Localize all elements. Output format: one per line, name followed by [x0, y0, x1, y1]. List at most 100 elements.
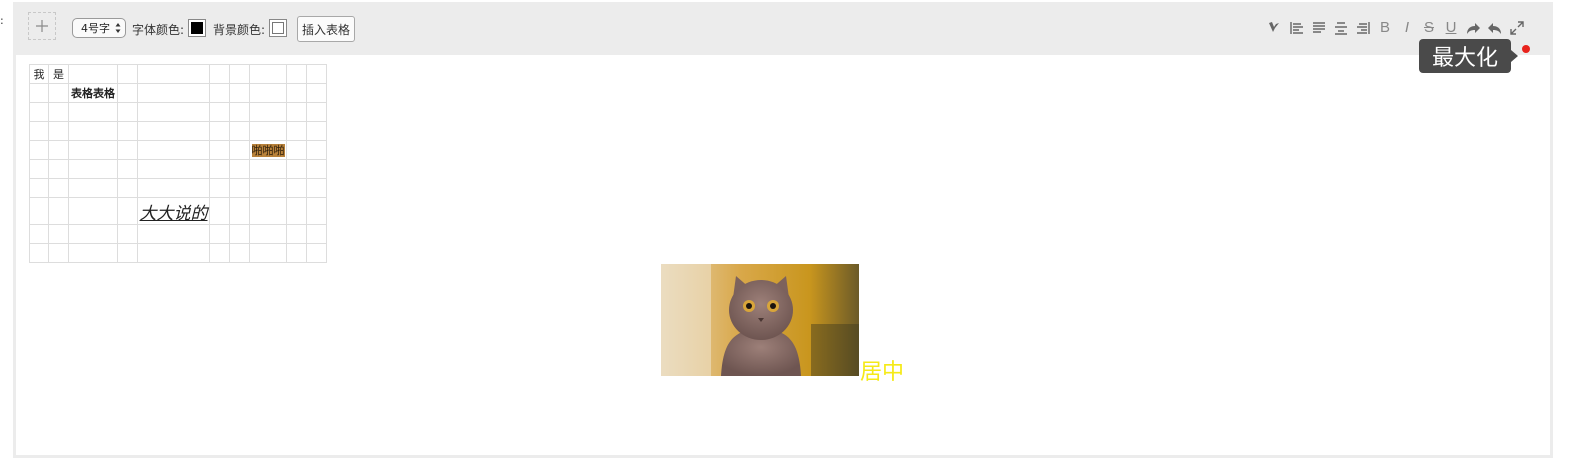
table-cell[interactable]	[117, 102, 138, 122]
table-cell[interactable]	[117, 197, 138, 225]
maximize-button[interactable]	[1508, 19, 1526, 37]
clear-format-button[interactable]	[1266, 19, 1284, 37]
table-cell[interactable]	[117, 121, 138, 141]
table-cell[interactable]: 我	[29, 64, 49, 84]
table-cell[interactable]	[249, 178, 287, 198]
table-cell[interactable]	[137, 83, 210, 103]
table-cell[interactable]	[137, 140, 210, 160]
table-cell[interactable]	[249, 243, 287, 263]
table-cell[interactable]	[229, 102, 250, 122]
table-cell[interactable]	[48, 159, 69, 179]
table-cell[interactable]	[137, 224, 210, 244]
table-cell[interactable]	[29, 197, 49, 225]
table-cell[interactable]	[137, 243, 210, 263]
table-cell[interactable]	[117, 224, 138, 244]
table-cell[interactable]	[117, 140, 138, 160]
table-cell[interactable]	[249, 197, 287, 225]
table-cell[interactable]	[209, 121, 230, 141]
table-cell[interactable]	[306, 64, 327, 84]
table-cell[interactable]	[286, 64, 307, 84]
table-cell[interactable]	[209, 243, 230, 263]
table-cell[interactable]	[117, 178, 138, 198]
table-cell[interactable]	[286, 121, 307, 141]
table-cell[interactable]	[137, 159, 210, 179]
table-cell[interactable]	[29, 83, 49, 103]
align-left-button[interactable]	[1288, 19, 1306, 37]
table-cell[interactable]	[68, 102, 118, 122]
table-cell[interactable]	[229, 243, 250, 263]
add-button[interactable]	[28, 12, 56, 40]
table-cell[interactable]	[48, 140, 69, 160]
table-cell[interactable]	[137, 64, 210, 84]
table-cell[interactable]	[48, 102, 69, 122]
table-cell[interactable]	[306, 159, 327, 179]
table-cell[interactable]	[209, 178, 230, 198]
bold-button[interactable]: B	[1376, 19, 1394, 37]
bg-color-picker[interactable]	[269, 19, 287, 37]
insert-table-button[interactable]: 插入表格	[297, 16, 355, 42]
table-cell[interactable]	[29, 243, 49, 263]
table-cell[interactable]	[249, 121, 287, 141]
font-size-select[interactable]: 4号字	[72, 18, 126, 38]
table-cell[interactable]	[68, 159, 118, 179]
table-cell[interactable]	[209, 159, 230, 179]
table-cell[interactable]	[306, 140, 327, 160]
table-cell[interactable]	[286, 243, 307, 263]
table-cell[interactable]	[29, 121, 49, 141]
table-cell[interactable]	[249, 64, 287, 84]
table-cell[interactable]	[286, 83, 307, 103]
table-cell[interactable]	[117, 159, 138, 179]
table-cell[interactable]	[286, 159, 307, 179]
table-cell[interactable]	[68, 121, 118, 141]
table-cell[interactable]	[306, 197, 327, 225]
table-cell[interactable]	[29, 140, 49, 160]
table-cell[interactable]: 表格表格	[68, 83, 118, 103]
table-cell[interactable]	[29, 224, 49, 244]
table-cell[interactable]	[249, 224, 287, 244]
table-cell[interactable]: 啪啪啪	[249, 140, 287, 160]
table-cell[interactable]	[68, 178, 118, 198]
italic-button[interactable]: I	[1398, 19, 1416, 37]
table-cell[interactable]: 是	[48, 64, 69, 84]
table-cell[interactable]	[48, 121, 69, 141]
table-cell[interactable]	[137, 102, 210, 122]
content-table[interactable]: 我是表格表格 啪啪啪 大大说的	[29, 64, 327, 263]
table-cell[interactable]	[209, 140, 230, 160]
underline-button[interactable]: U	[1442, 19, 1460, 37]
table-cell[interactable]	[48, 178, 69, 198]
align-right-button[interactable]	[1354, 19, 1372, 37]
table-cell[interactable]	[209, 64, 230, 84]
strikethrough-button[interactable]: S	[1420, 19, 1438, 37]
table-cell[interactable]	[249, 102, 287, 122]
table-cell[interactable]	[68, 243, 118, 263]
table-cell[interactable]	[68, 197, 118, 225]
table-cell[interactable]	[306, 102, 327, 122]
table-cell[interactable]	[306, 83, 327, 103]
table-cell[interactable]	[137, 121, 210, 141]
table-cell[interactable]	[209, 224, 230, 244]
table-cell[interactable]	[48, 224, 69, 244]
table-cell[interactable]	[286, 140, 307, 160]
table-cell[interactable]	[229, 64, 250, 84]
centered-text[interactable]: 居中	[860, 354, 904, 386]
table-cell[interactable]	[249, 159, 287, 179]
table-cell[interactable]	[117, 243, 138, 263]
table-cell[interactable]	[117, 64, 138, 84]
table-cell[interactable]	[286, 178, 307, 198]
table-cell[interactable]	[68, 224, 118, 244]
table-cell[interactable]	[48, 197, 69, 225]
table-cell[interactable]	[306, 121, 327, 141]
table-cell[interactable]	[229, 197, 250, 225]
table-cell[interactable]	[229, 159, 250, 179]
table-cell[interactable]	[229, 121, 250, 141]
table-cell[interactable]	[286, 102, 307, 122]
table-cell[interactable]	[229, 178, 250, 198]
table-cell[interactable]	[306, 243, 327, 263]
table-cell[interactable]	[249, 83, 287, 103]
table-cell[interactable]	[209, 83, 230, 103]
table-cell[interactable]	[29, 159, 49, 179]
table-cell[interactable]	[229, 140, 250, 160]
table-cell[interactable]	[68, 140, 118, 160]
undo-button[interactable]	[1486, 19, 1504, 37]
table-cell[interactable]	[68, 64, 118, 84]
